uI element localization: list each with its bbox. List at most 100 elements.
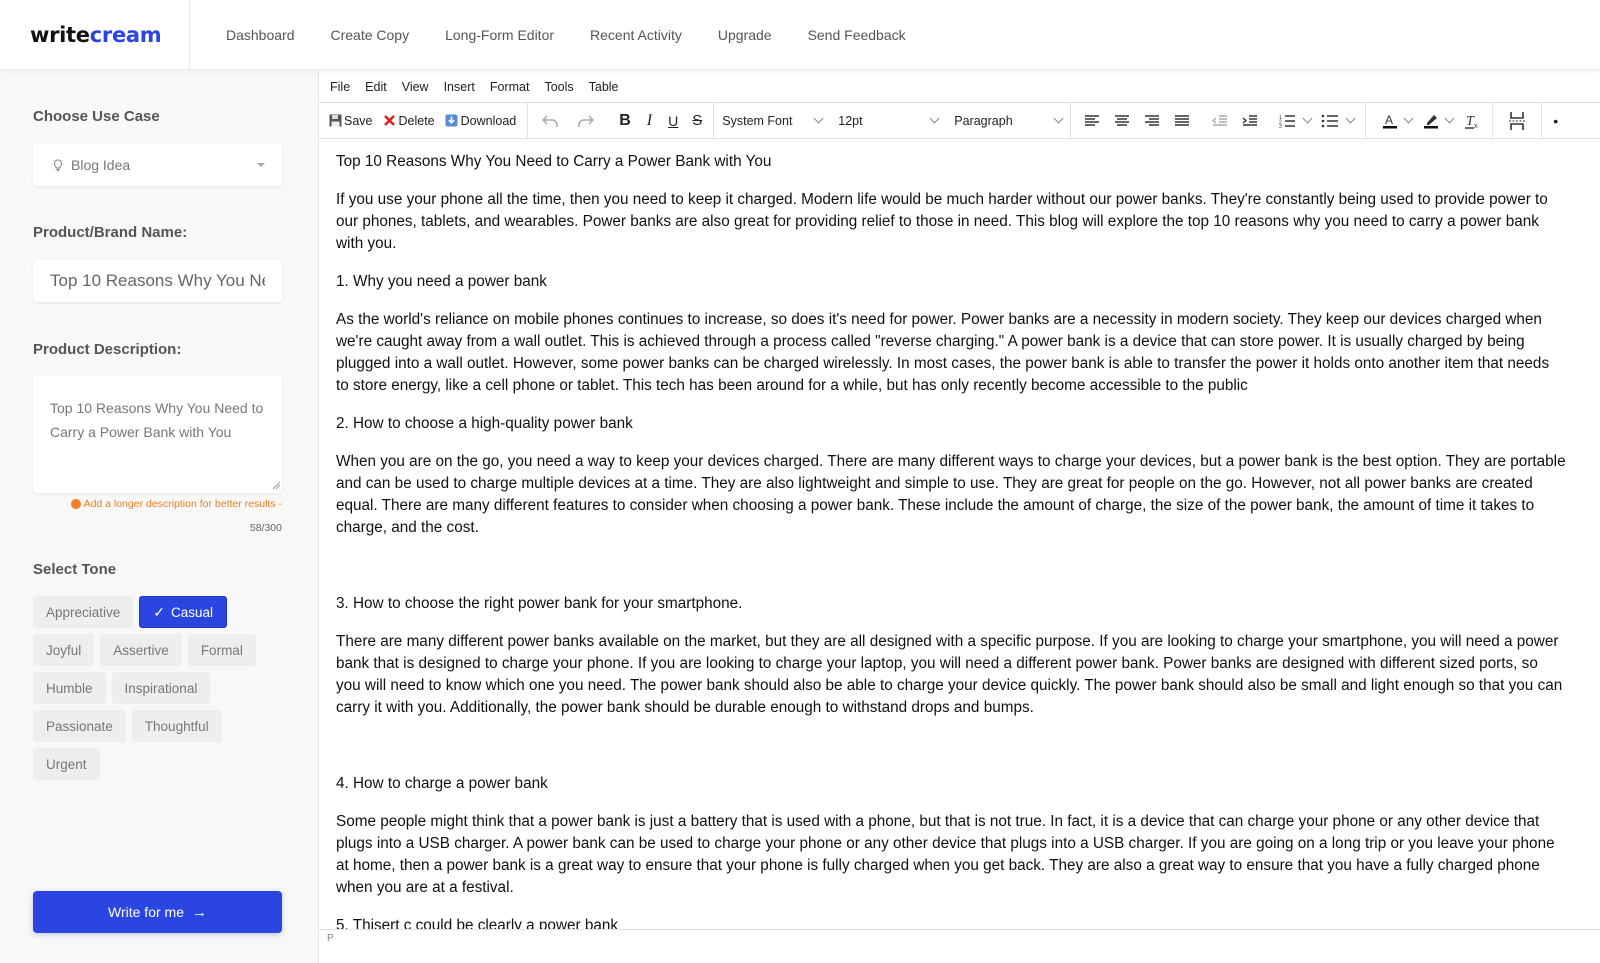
floppy-disk-icon	[329, 114, 342, 127]
nav-send-feedback[interactable]: Send Feedback	[808, 27, 906, 43]
empty-paragraph	[336, 735, 1600, 773]
tone-options: Appreciative ✓ Casual Joyful Assertive Fo…	[33, 596, 293, 786]
tone-joyful[interactable]: Joyful	[33, 634, 95, 666]
align-right-button[interactable]	[1137, 107, 1167, 135]
delete-button[interactable]: Delete	[378, 107, 440, 135]
download-icon	[445, 114, 458, 127]
menu-insert[interactable]: Insert	[444, 80, 475, 94]
rich-text-editor: File Edit View Insert Format Tools Table…	[318, 71, 1600, 963]
brand-name-label: Product/Brand Name:	[33, 224, 188, 241]
clear-formatting-icon: Tx	[1465, 114, 1478, 130]
tone-inspirational[interactable]: Inspirational	[111, 672, 211, 704]
undo-button[interactable]	[536, 107, 566, 135]
style-dropdowns: System Font 12pt Paragraph	[714, 103, 1072, 138]
use-case-select[interactable]: Blog Idea	[33, 144, 282, 186]
numbered-list-button[interactable]: 123	[1273, 107, 1316, 135]
arrow-right-icon: →	[191, 903, 207, 921]
nav-dashboard[interactable]: Dashboard	[226, 27, 295, 43]
more-group: •	[1542, 103, 1569, 138]
doc-paragraph-3: There are many different power banks ava…	[336, 633, 1563, 716]
underline-icon: U	[668, 112, 679, 129]
align-left-button[interactable]	[1077, 107, 1107, 135]
text-color-icon: A	[1383, 113, 1398, 128]
chevron-down-icon	[1053, 113, 1064, 124]
doc-intro: If you use your phone all the time, then…	[336, 191, 1548, 252]
redo-icon	[578, 114, 595, 127]
doc-heading-4: 4. How to charge a power bank	[336, 775, 548, 792]
write-for-me-button[interactable]: Write for me →	[33, 891, 282, 933]
clear-formatting-button[interactable]: Tx	[1458, 107, 1486, 135]
sidebar-form: Choose Use Case Blog Idea Product/Brand …	[0, 71, 318, 963]
resize-handle-icon[interactable]	[272, 481, 281, 490]
align-center-icon	[1115, 114, 1130, 126]
svg-text:3: 3	[1279, 124, 1282, 128]
menu-format[interactable]: Format	[490, 80, 530, 94]
pagebreak-group	[1493, 103, 1543, 138]
save-button[interactable]: Save	[324, 107, 378, 135]
more-icon: •	[1553, 112, 1559, 129]
empty-paragraph	[336, 555, 1600, 593]
menu-edit[interactable]: Edit	[365, 80, 387, 94]
element-path[interactable]: P	[327, 933, 334, 944]
chevron-down-icon	[1403, 113, 1414, 124]
tone-formal[interactable]: Formal	[187, 634, 256, 666]
x-delete-icon	[383, 115, 395, 126]
tone-appreciative[interactable]: Appreciative	[33, 596, 134, 628]
chevron-down-icon	[1345, 113, 1356, 124]
font-size-select[interactable]: 12pt	[830, 107, 946, 135]
bullet-list-icon	[1321, 114, 1339, 127]
tone-thoughtful[interactable]: Thoughtful	[131, 710, 222, 742]
text-color-button[interactable]: A	[1376, 107, 1417, 135]
download-button[interactable]: Download	[440, 107, 522, 135]
doc-title: Top 10 Reasons Why You Need to Carry a P…	[336, 153, 772, 170]
brand-name-input[interactable]	[33, 260, 282, 302]
doc-heading-1: 1. Why you need a power bank	[336, 273, 547, 290]
nav-create-copy[interactable]: Create Copy	[331, 27, 410, 43]
highlight-color-button[interactable]	[1417, 107, 1458, 135]
menu-table[interactable]: Table	[589, 80, 619, 94]
doc-paragraph-2: When you are on the go, you need a way t…	[336, 453, 1566, 536]
menu-file[interactable]: File	[330, 80, 350, 94]
bullet-list-button[interactable]	[1316, 107, 1359, 135]
lightbulb-icon	[52, 159, 64, 172]
description-textarea[interactable]: Top 10 Reasons Why You Need to Carry a P…	[33, 376, 282, 493]
redo-button[interactable]	[570, 107, 600, 135]
align-right-icon	[1145, 114, 1160, 126]
nav-upgrade[interactable]: Upgrade	[718, 27, 772, 43]
menu-tools[interactable]: Tools	[544, 80, 573, 94]
bold-icon: B	[619, 111, 631, 129]
align-center-button[interactable]	[1107, 107, 1137, 135]
editor-menubar: File Edit View Insert Format Tools Table	[319, 71, 1600, 103]
menu-view[interactable]: View	[402, 80, 429, 94]
tone-label: Select Tone	[33, 561, 117, 578]
tone-humble[interactable]: Humble	[33, 672, 106, 704]
color-group: A Tx	[1366, 103, 1494, 138]
outdent-button[interactable]	[1205, 107, 1235, 135]
strikethrough-button[interactable]: S	[687, 107, 707, 135]
tone-casual[interactable]: ✓ Casual	[139, 596, 228, 628]
page-break-button[interactable]	[1503, 107, 1531, 135]
tone-passionate[interactable]: Passionate	[33, 710, 126, 742]
underline-button[interactable]: U	[663, 107, 683, 135]
editor-statusbar: P	[319, 929, 1600, 963]
block-format-select[interactable]: Paragraph	[946, 107, 1070, 135]
more-button[interactable]: •	[1548, 107, 1563, 135]
bold-button[interactable]: B	[614, 107, 636, 135]
italic-button[interactable]: I	[642, 107, 657, 135]
nav-long-form-editor[interactable]: Long-Form Editor	[445, 27, 554, 43]
nav-recent-activity[interactable]: Recent Activity	[590, 27, 682, 43]
editor-content[interactable]: Top 10 Reasons Why You Need to Carry a P…	[336, 151, 1600, 933]
chevron-down-icon	[929, 113, 940, 124]
tone-assertive[interactable]: Assertive	[100, 634, 182, 666]
description-label: Product Description:	[33, 341, 182, 358]
indent-button[interactable]	[1235, 107, 1265, 135]
font-family-select[interactable]: System Font	[714, 107, 830, 135]
dropdown-caret-icon	[257, 163, 265, 167]
character-counter: 58/300	[249, 522, 282, 534]
writecream-logo[interactable]: writecream	[30, 23, 162, 47]
editor-toolbar: Save Delete Download B I U S System Font…	[319, 103, 1600, 139]
svg-text:x: x	[1474, 123, 1478, 130]
tone-urgent[interactable]: Urgent	[33, 748, 100, 780]
justify-button[interactable]	[1167, 107, 1197, 135]
chevron-down-icon	[1302, 113, 1313, 124]
